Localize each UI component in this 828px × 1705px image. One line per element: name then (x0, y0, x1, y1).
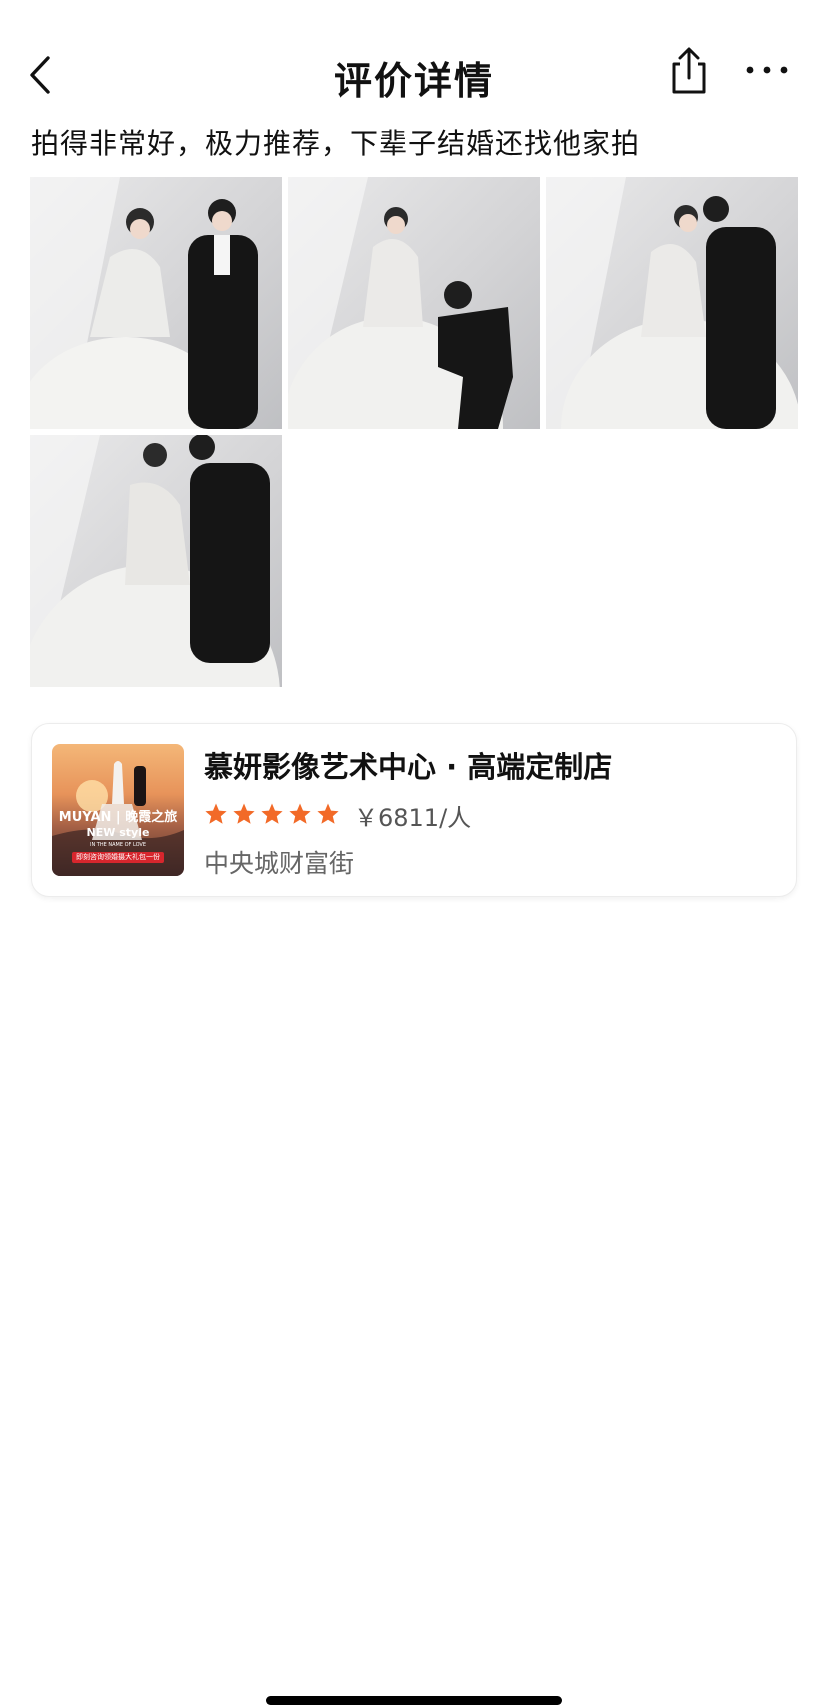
nav-header: 评价详情 (0, 40, 828, 110)
wedding-photo-image (288, 177, 513, 429)
wedding-photo-image (30, 435, 280, 687)
star-icon (317, 803, 339, 824)
shop-name: 慕妍影像艺术中心 · 高端定制店 (204, 750, 613, 784)
shop-price: ￥6811/人 (354, 804, 472, 832)
thumbnail-style-text: NEW style (86, 826, 150, 839)
shop-card[interactable]: MUYAN | 晚霞之旅 NEW style IN THE NAME OF LO… (31, 723, 797, 897)
share-icon (672, 47, 706, 94)
star-icon (289, 803, 311, 824)
star-icon (205, 803, 227, 824)
review-photo-1[interactable] (30, 177, 282, 429)
thumbnail-subtitle-text: IN THE NAME OF LOVE (89, 842, 147, 848)
review-text: 拍得非常好，极力推荐，下辈子结婚还找他家拍 (31, 127, 641, 160)
more-horizontal-icon (746, 66, 788, 74)
review-photo-2[interactable] (288, 177, 540, 429)
shop-thumbnail: MUYAN | 晚霞之旅 NEW style IN THE NAME OF LO… (52, 744, 184, 876)
rating-stars (204, 802, 340, 828)
review-photo-4[interactable] (30, 435, 282, 687)
review-detail-page: 评价详情 拍得非常好，极力推荐，下辈子结婚还找他家拍 MUYAN | 晚霞之旅 … (0, 0, 828, 1705)
more-button[interactable] (744, 60, 790, 80)
thumbnail-banner: 即刻咨询领婚摄大礼包一份 (72, 852, 164, 863)
home-indicator[interactable] (266, 1696, 562, 1705)
wedding-photo-image (546, 177, 798, 429)
wedding-photo-image (30, 177, 258, 429)
share-button[interactable] (666, 46, 712, 96)
star-icon (233, 803, 255, 824)
thumbnail-brand-text: MUYAN | 晚霞之旅 (58, 810, 178, 825)
star-icon (261, 803, 283, 824)
shop-address: 中央城财富街 (204, 849, 355, 878)
review-photo-3[interactable] (546, 177, 798, 429)
